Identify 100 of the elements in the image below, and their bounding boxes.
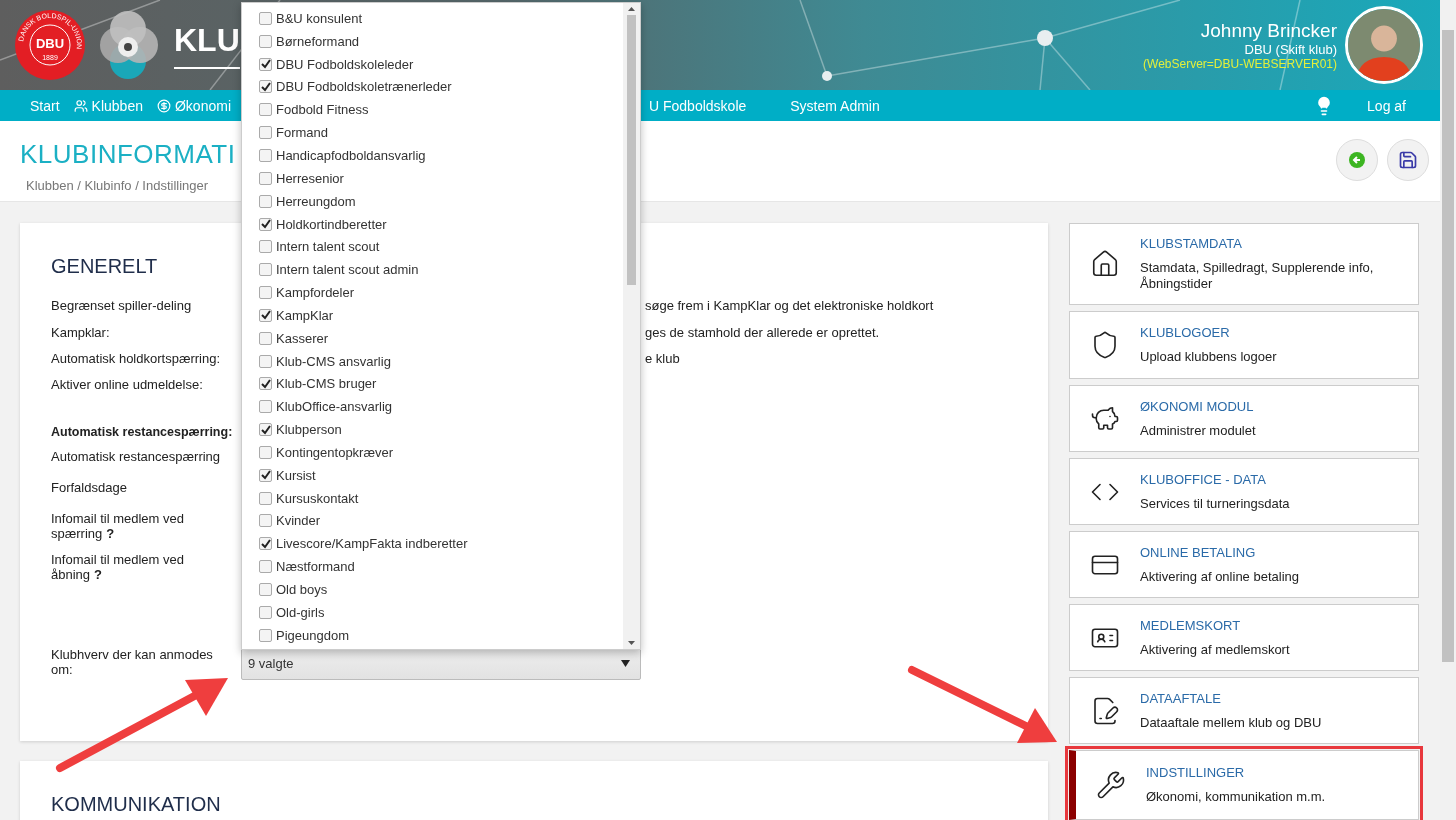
section-heading: GENERELT	[51, 255, 158, 278]
page-scrollbar[interactable]	[1440, 0, 1456, 820]
scrollbar[interactable]	[623, 3, 640, 649]
user-name: Johnny Brincker	[1200, 19, 1337, 42]
settings-card[interactable]: KLUBOFFICE - DATA Services til turneringsdata	[1069, 458, 1419, 525]
save-button[interactable]	[1387, 139, 1429, 181]
checkbox[interactable]	[259, 171, 272, 185]
checkbox[interactable]	[259, 537, 272, 551]
scroll-up-icon[interactable]	[628, 7, 635, 11]
app-title: KLU	[174, 21, 240, 69]
breadcrumb: Klubben / Klubinfo / Indstillinger	[26, 178, 210, 193]
checkbox[interactable]	[259, 354, 272, 368]
dropdown-option[interactable]: Intern talent scout	[259, 235, 623, 259]
dropdown-option[interactable]: Fodbold Fitness	[259, 98, 623, 122]
field-label: Klubhverv der kan anmodes om:	[51, 647, 214, 677]
dropdown-option[interactable]: Holdkortindberetter	[259, 212, 623, 236]
checkbox[interactable]	[259, 57, 272, 71]
save-icon	[1398, 150, 1418, 170]
dropdown-option[interactable]: Herreungdom	[259, 189, 623, 213]
help-mark[interactable]: ?	[94, 567, 102, 582]
dropdown-option[interactable]: Kvinder	[259, 509, 623, 533]
dollar-icon	[156, 98, 171, 113]
checkbox[interactable]	[259, 263, 272, 277]
dropdown-option[interactable]: Old boys	[259, 578, 623, 601]
field-label: Automatisk restancespærring:	[51, 425, 234, 441]
dropdown-option[interactable]: Livescore/KampFakta indberetter	[259, 532, 623, 556]
card-title: KLUBOFFICE - DATA	[1140, 471, 1267, 487]
field-label: Automatisk holdkortspærring:	[51, 351, 222, 368]
checkbox[interactable]	[259, 423, 272, 437]
dropdown-option[interactable]: B&U konsulent	[259, 7, 623, 30]
card-subtitle: Økonomi, kommunikation m.m.	[1146, 789, 1326, 805]
dropdown-option[interactable]: Børneformand	[259, 29, 623, 53]
field-label: Begrænset spiller-deling	[51, 298, 193, 315]
field-description: ges de stamhold der allerede er oprettet.	[645, 325, 881, 342]
dropdown-option[interactable]: Handicapfodboldansvarlig	[259, 144, 623, 167]
checkbox[interactable]	[259, 583, 272, 596]
settings-card[interactable]: ØKONOMI MODUL Administrer modulet	[1069, 385, 1419, 452]
checkbox[interactable]	[259, 34, 272, 48]
checkbox[interactable]	[259, 286, 272, 300]
dropdown-option[interactable]: Intern talent scout admin	[259, 258, 623, 282]
scrollbar-thumb[interactable]	[627, 15, 636, 285]
card-title: DATAAFTALE	[1140, 690, 1222, 706]
card-title: MEDLEMSKORT	[1140, 617, 1242, 633]
back-button[interactable]	[1336, 139, 1378, 181]
checkbox[interactable]	[259, 400, 272, 414]
dropdown-option[interactable]: KampKlar	[259, 303, 623, 327]
wrench-icon	[1096, 770, 1126, 800]
checkbox[interactable]	[259, 491, 272, 505]
dropdown-option[interactable]: Klub-CMS ansvarlig	[259, 349, 623, 373]
dropdown-option[interactable]: Næstformand	[259, 555, 623, 579]
checkbox[interactable]	[259, 468, 272, 482]
dropdown-option[interactable]: Klubperson	[259, 418, 623, 442]
checkbox[interactable]	[259, 331, 272, 345]
server-label: (WebServer=DBU-WEBSERVER01)	[1143, 56, 1337, 71]
settings-card[interactable]: MEDLEMSKORT Aktivering af medlemskort	[1069, 604, 1419, 671]
card-subtitle: Services til turneringsdata	[1140, 495, 1290, 512]
dropdown-option[interactable]: Kontingentopkræver	[259, 441, 623, 464]
checkbox[interactable]	[259, 560, 272, 574]
dropdown-option[interactable]: Kasserer	[259, 326, 623, 350]
settings-card[interactable]: ONLINE BETALING Aktivering af online betaling	[1069, 531, 1419, 598]
settings-card[interactable]: DATAAFTALE Dataaftale mellem klub og DBU	[1069, 677, 1419, 744]
card-subtitle: Dataaftale mellem klub og DBU	[1140, 714, 1322, 731]
card-title: KLUBLOGOER	[1140, 325, 1231, 340]
settings-card[interactable]: KLUBSTAMDATA Stamdata, Spilledragt, Supplerende info, Åbningstider	[1069, 223, 1419, 305]
dropdown-option[interactable]: Kursist	[259, 463, 623, 487]
dropdown-option[interactable]: Kampfordeler	[259, 281, 623, 304]
scroll-down-icon[interactable]	[628, 641, 635, 645]
checkbox[interactable]	[259, 126, 272, 140]
card-subtitle: Aktivering af medlemskort	[1140, 641, 1290, 658]
dropdown-option[interactable]: KlubOffice-ansvarlig	[259, 395, 623, 419]
dropdown-option[interactable]: Kursuskontakt	[259, 486, 623, 510]
card-subtitle: Aktivering af online betaling	[1140, 568, 1299, 585]
dropdown-option[interactable]: Old-girls	[259, 600, 623, 624]
field-description: e klub	[645, 351, 681, 368]
checkbox[interactable]	[259, 194, 272, 208]
caret-icon	[621, 660, 630, 667]
field-label: Forfaldsdage	[51, 480, 128, 497]
checkbox[interactable]	[259, 103, 272, 117]
checkbox[interactable]	[259, 217, 272, 231]
checkbox[interactable]	[259, 240, 272, 254]
page-title: KLUBINFORMATI	[20, 139, 236, 170]
checkbox[interactable]	[259, 514, 272, 528]
people-icon	[73, 98, 88, 113]
dropdown-option[interactable]: Herresenior	[259, 166, 623, 190]
checkbox[interactable]	[259, 80, 272, 94]
card-title: INDSTILLINGER	[1146, 765, 1246, 780]
dropdown-option[interactable]: Klub-CMS bruger	[259, 372, 623, 396]
dropdown-option[interactable]: Pigeungdom	[259, 623, 623, 647]
checkbox[interactable]	[259, 445, 272, 459]
checkbox[interactable]	[259, 11, 272, 25]
checkbox[interactable]	[259, 605, 272, 619]
dropdown-option[interactable]: Formand	[259, 121, 623, 145]
dropdown-option[interactable]: DBU Fodboldskoletrænerleder	[259, 75, 623, 99]
checkbox[interactable]	[259, 377, 272, 391]
settings-card[interactable]: KLUBLOGOER Upload klubbens logoer	[1069, 311, 1419, 379]
checkbox[interactable]	[259, 149, 272, 162]
checkbox[interactable]	[259, 308, 272, 322]
dropdown-option[interactable]: DBU Fodboldskoleleder	[259, 52, 623, 76]
help-mark[interactable]: ?	[106, 526, 115, 541]
checkbox[interactable]	[259, 628, 272, 642]
